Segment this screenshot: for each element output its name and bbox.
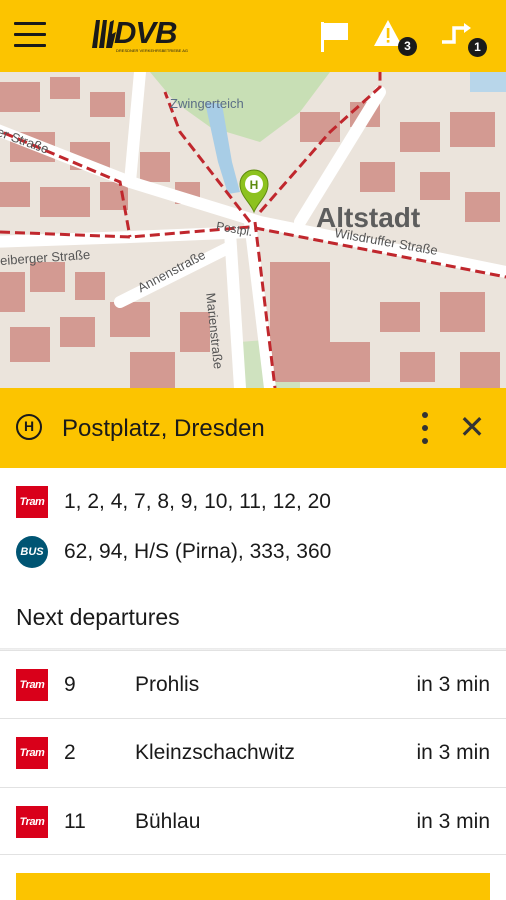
departure-row[interactable]: Tram 11 Bühlau in 3 min xyxy=(0,787,506,855)
alerts-count-badge: 3 xyxy=(398,37,417,56)
flag-icon[interactable] xyxy=(315,16,355,56)
map-label-district: Altstadt xyxy=(316,202,421,233)
alerts-button[interactable]: 3 xyxy=(372,16,417,56)
stop-header: H Postplatz, Dresden ✕ xyxy=(0,388,506,468)
departure-destination: Kleinzschachwitz xyxy=(135,741,295,764)
tram-line-numbers: 1, 2, 4, 7, 8, 9, 10, 11, 12, 20 xyxy=(64,490,331,513)
app-root: DVB DRESDNER VERKEHRSBETRIEBE AG 3 1 H Z… xyxy=(0,0,506,900)
bus-lines-row: BUS 62, 94, H/S (Pirna), 333, 360 xyxy=(0,532,506,574)
departure-row[interactable]: Tram 2 Kleinzschachwitz in 3 min xyxy=(0,718,506,786)
tram-icon: Tram xyxy=(16,486,48,518)
logo-subtitle: DRESDNER VERKEHRSBETRIEBE AG xyxy=(116,48,189,53)
departure-line: 9 xyxy=(64,673,76,696)
close-icon[interactable]: ✕ xyxy=(458,411,486,443)
map-view[interactable]: H Zwingerteich Altstadt er Straße Postpl… xyxy=(0,72,506,388)
departure-line: 11 xyxy=(64,810,86,833)
map-label-zwingerteich: Zwingerteich xyxy=(170,96,244,111)
routes-button[interactable]: 1 xyxy=(440,16,487,57)
departure-time: in 3 min xyxy=(416,810,490,833)
bus-line-numbers: 62, 94, H/S (Pirna), 333, 360 xyxy=(64,540,332,563)
departure-time: in 3 min xyxy=(416,673,490,696)
departure-row[interactable]: Tram 9 Prohlis in 3 min xyxy=(0,650,506,718)
departure-line: 2 xyxy=(64,741,76,764)
top-app-bar: DVB DRESDNER VERKEHRSBETRIEBE AG 3 1 xyxy=(0,0,506,72)
logo-text: DVB xyxy=(114,15,177,50)
map-canvas: H xyxy=(0,72,506,388)
tram-icon: Tram xyxy=(16,669,48,701)
bus-icon: BUS xyxy=(16,536,48,568)
departure-time: in 3 min xyxy=(416,741,490,764)
tram-icon: Tram xyxy=(16,737,48,769)
stop-name: Postplatz, Dresden xyxy=(62,415,265,442)
departure-destination: Prohlis xyxy=(135,673,200,696)
tram-lines-row: Tram 1, 2, 4, 7, 8, 9, 10, 11, 12, 20 xyxy=(0,482,506,524)
menu-icon[interactable] xyxy=(14,22,46,48)
departure-destination: Bühlau xyxy=(135,810,201,833)
tram-icon: Tram xyxy=(16,806,48,838)
routes-count-badge: 1 xyxy=(468,38,487,57)
stop-h-icon: H xyxy=(16,414,42,440)
more-departures-button[interactable] xyxy=(16,873,490,900)
svg-text:H: H xyxy=(250,178,259,192)
more-options-icon[interactable] xyxy=(414,410,436,446)
dvb-logo: DVB DRESDNER VERKEHRSBETRIEBE AG xyxy=(88,14,198,58)
next-departures-title: Next departures xyxy=(16,604,180,630)
